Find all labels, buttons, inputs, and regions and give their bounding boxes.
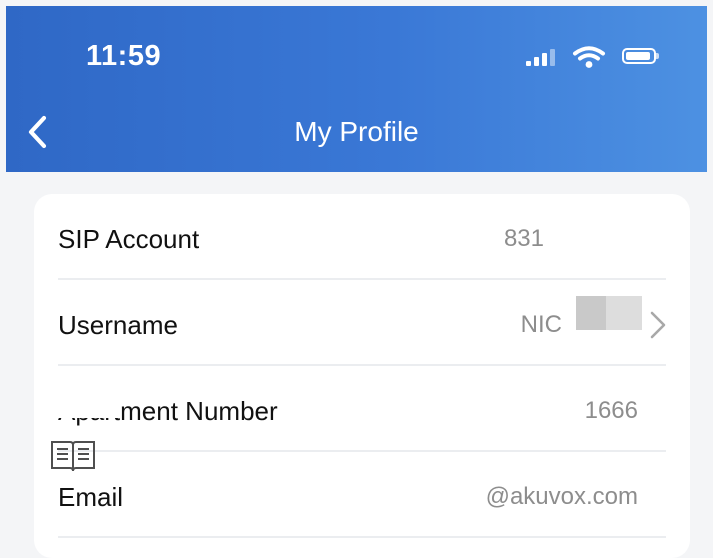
row-divider [58,536,666,538]
battery-icon [622,48,659,64]
nav-bar: My Profile [6,104,707,158]
book-icon [51,441,95,472]
sip-account-row: SIP Account 831 [34,194,690,280]
username-label: Username [58,310,178,340]
apartment-number-value: 1666 [584,397,638,424]
email-row: Email @akuvox.com [34,452,690,538]
status-bar: 11:59 [6,6,707,96]
signal-icon [526,48,560,66]
status-time: 11:59 [86,40,162,72]
sip-account-label: SIP Account [58,224,200,254]
page-title: My Profile [294,116,419,147]
username-value: NIC [520,311,562,338]
profile-card: SIP Account 831 Username NIC Apartment N… [34,194,690,558]
sip-account-value: 831 [503,225,544,252]
chevron-right-icon [650,311,666,339]
email-value: @akuvox.com [485,483,638,510]
app-header: 11:59 My Profile [6,6,707,172]
username-row[interactable]: Username NIC [34,280,690,366]
email-label: Email [58,482,124,512]
profile-screen: 11:59 My Profile SIP Account 831 Usernam… [0,0,713,558]
label-cover [34,398,120,418]
username-redaction-dark [576,296,606,330]
sip-account-redaction [544,194,654,280]
status-icons [526,40,676,74]
username-redaction-light [606,296,642,330]
apartment-number-row: Apartment Number 1666 [34,366,690,452]
wifi-icon [573,46,605,68]
